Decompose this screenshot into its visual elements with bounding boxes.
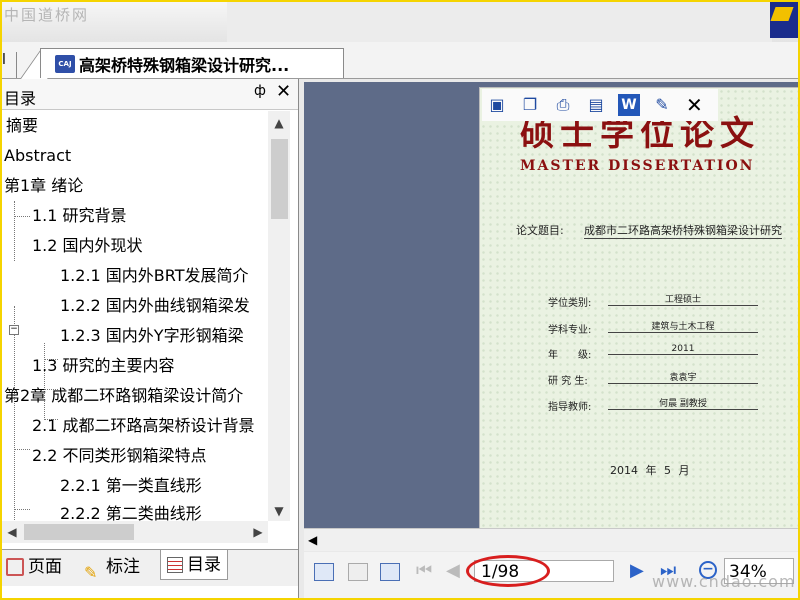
scroll-right-icon[interactable]: ▶ [248,521,268,543]
close-panel-icon[interactable]: ✕ [276,81,291,102]
close-toolbar-icon[interactable]: ✕ [686,93,703,117]
toc-item[interactable]: 1.3 研究的主要内容 [32,351,175,381]
brand-logo-text: 中国道桥网 [4,6,90,24]
document-page: 硕士学位论文 MASTER DISSERTATION 论文题目: 成都市二环路高… [479,87,798,528]
toc-panel: 目录 ф ✕ − − 摘要 Abstract 第1章 绪论 1.1 研究背景 1… [2,79,299,598]
meta-value: 2011 [608,344,758,355]
toc-item[interactable]: 1.2.3 国内外Y字形钢箱梁 [60,321,244,351]
pin-icon[interactable]: ф [254,83,266,99]
meta-label: 年 级: [548,350,592,361]
print-icon[interactable]: ⎙ [552,94,574,116]
thesis-title-en: MASTER DISSERTATION [520,158,755,174]
thesis-date: 2014 年 5 月 [610,464,690,477]
panel-bottom-tabs: 页面 ✎ 标注 目录 [2,549,298,586]
tab-pages-label: 页面 [28,557,62,577]
meta-value: 建筑与土木工程 [608,319,758,333]
meta-value: 何晨 副教授 [608,396,758,410]
highlight-ring [466,555,550,587]
previous-page-icon[interactable]: ◀ [446,560,460,581]
toc-item[interactable]: 摘要 [6,111,38,141]
toc-panel-header: 目录 ф ✕ [2,79,298,110]
tab-current-title: 高架桥特殊钢箱梁设计研究... [79,55,290,75]
caj-document-icon: CAJ [55,54,75,73]
meta-value: 工程硕士 [608,292,758,306]
ocr-icon[interactable]: ▤ [585,94,607,116]
word-icon[interactable]: W [618,94,640,116]
first-page-icon[interactable]: ⏮ [416,560,432,581]
toc-item[interactable]: 2.2.1 第一类直线形 [60,471,202,501]
scroll-up-icon[interactable]: ▲ [268,113,290,133]
meta-label: 学科专业: [548,325,592,336]
tab-toc[interactable]: 目录 [160,550,228,580]
scroll-thumb[interactable] [271,139,288,219]
meta-value: 袁袁宇 [608,370,758,384]
scroll-thumb[interactable] [24,524,134,540]
scroll-left-icon[interactable]: ◀ [2,521,22,543]
toc-item[interactable]: 1.2.2 国内外曲线钢箱梁发 [60,291,250,321]
toc-item[interactable]: 2.2 不同类形钢箱梁特点 [32,441,207,471]
toc-panel-title: 目录 [4,89,37,108]
tab-annotations[interactable]: ✎ 标注 [84,552,140,582]
scroll-left-icon[interactable]: ◀ [308,529,317,551]
thesis-topic-value: 成都市二环路高架桥特殊钢箱梁设计研究 [584,224,782,239]
tab-previous-document[interactable]: l [2,52,17,78]
scroll-down-icon[interactable]: ▼ [268,501,290,521]
save-icon[interactable]: ▣ [486,94,508,116]
document-viewer[interactable]: 硕士学位论文 MASTER DISSERTATION 论文题目: 成都市二环路高… [304,82,798,528]
toc-item[interactable]: 1.2 国内外现状 [32,231,143,261]
tree-line [14,216,30,217]
tab-toc-label: 目录 [187,554,221,575]
tree-line [14,306,15,521]
copy-icon[interactable]: ❐ [519,94,541,116]
meta-label: 研 究 生: [548,376,588,387]
tab-current-document[interactable]: CAJ 高架桥特殊钢箱梁设计研究... [40,48,344,78]
toc-item[interactable]: 第1章 绪论 [4,171,83,201]
site-watermark: www.cndao.com [652,572,796,591]
app-corner-icon[interactable] [770,2,798,38]
edit-icon[interactable]: ✎ [651,94,673,116]
meta-label: 学位类别: [548,298,592,309]
document-tab-strip: l CAJ 高架桥特殊钢箱梁设计研究... [2,42,798,79]
thesis-topic-label: 论文题目: [516,224,564,237]
two-page-view-icon[interactable] [380,563,400,581]
toc-item[interactable]: Abstract [4,141,71,171]
single-page-view-icon[interactable] [314,563,334,581]
app-top-bar: 中国道桥网 [2,2,798,42]
toc-item[interactable]: 2.1 成都二环路高架桥设计背景 [32,411,255,441]
continuous-view-icon[interactable] [348,563,368,581]
tree-line [14,201,15,261]
tree-line [14,449,30,450]
tab-previous-label: l [2,52,6,68]
toc-item[interactable]: 1.1 研究背景 [32,201,127,231]
toc-horizontal-scrollbar[interactable]: ◀ ▶ [2,521,268,543]
top-bar-blank [227,2,772,42]
toc-item[interactable]: 1.2.1 国内外BRT发展简介 [60,261,249,291]
toc-list-icon [167,556,183,573]
toc-item[interactable]: 2.2.2 第二类曲线形 [60,499,202,521]
next-page-icon[interactable]: ▶ [630,560,644,581]
pencil-icon: ✎ [84,563,98,582]
expand-collapse-icon[interactable]: − [9,325,19,335]
toc-item[interactable]: 第2章 成都二环路钢箱梁设计简介 [4,381,243,411]
tab-annotations-label: 标注 [106,557,140,577]
viewer-horizontal-scrollbar[interactable]: ◀ [304,528,798,551]
meta-label: 指导教师: [548,402,592,413]
floating-toolbar: ▣ ❐ ⎙ ▤ W ✎ ✕ [482,89,718,121]
tab-pages[interactable]: 页面 [6,552,62,582]
toc-vertical-scrollbar[interactable]: ▲ ▼ [268,111,290,521]
toc-tree: − − 摘要 Abstract 第1章 绪论 1.1 研究背景 1.2 国内外现… [2,111,267,521]
pages-icon [6,558,24,576]
tree-line [14,509,30,510]
